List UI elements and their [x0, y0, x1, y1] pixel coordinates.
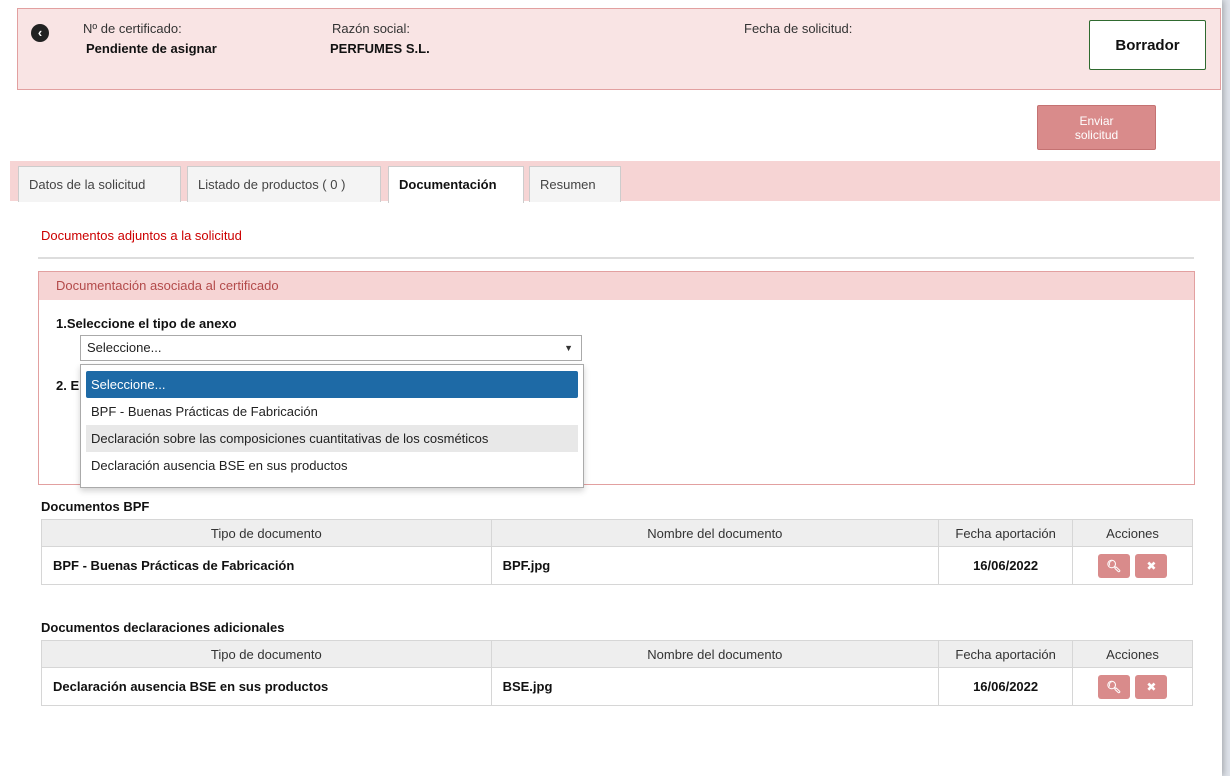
company-value: PERFUMES S.L. — [330, 41, 430, 56]
annex-type-select[interactable]: Seleccione... ▼ — [80, 335, 582, 361]
dropdown-option[interactable]: Seleccione... — [86, 371, 578, 398]
page: ‹ Nº de certificado: Pendiente de asigna… — [0, 0, 1222, 776]
additional-documents-title: Documentos declaraciones adicionales — [41, 620, 285, 635]
step2-label: 2. E — [56, 378, 80, 393]
draft-status-button[interactable]: Borrador — [1089, 20, 1206, 70]
column-header: Tipo de documento — [41, 519, 492, 547]
search-icon[interactable]: 🔍︎ — [1097, 553, 1130, 578]
step1-label: 1.Seleccione el tipo de anexo — [56, 316, 237, 331]
column-header: Tipo de documento — [41, 640, 492, 668]
column-header: Nombre del documento — [490, 640, 940, 668]
actions-cell: 🔍︎ ✖ — [1072, 667, 1193, 706]
table-header-row: Tipo de documento Nombre del documento F… — [41, 519, 1193, 547]
close-icon[interactable]: ✖ — [1135, 674, 1168, 699]
tab-bar: Datos de la solicitud Listado de product… — [10, 161, 1220, 203]
document-date-cell: 16/06/2022 — [938, 667, 1074, 706]
actions-cell: 🔍︎ ✖ — [1072, 546, 1193, 585]
panel-header: Documentación asociada al certificado — [39, 272, 1194, 300]
tab-listado-productos[interactable]: Listado de productos ( 0 ) — [187, 166, 381, 202]
dropdown-option[interactable]: Declaración ausencia BSE en sus producto… — [86, 452, 578, 479]
tab-documentacion[interactable]: Documentación — [388, 166, 524, 203]
bpf-documents-title: Documentos BPF — [41, 499, 150, 514]
additional-documents-table: Tipo de documento Nombre del documento F… — [41, 640, 1193, 706]
document-type-cell: Declaración ausencia BSE en sus producto… — [41, 667, 492, 706]
request-date-label: Fecha de solicitud: — [744, 21, 853, 36]
send-button-line2: solicitud — [1074, 127, 1119, 142]
dropdown-option[interactable]: Declaración sobre las composiciones cuan… — [86, 425, 578, 452]
document-type-cell: BPF - Buenas Prácticas de Fabricación — [41, 546, 492, 585]
certificate-header: ‹ Nº de certificado: Pendiente de asigna… — [17, 8, 1221, 90]
cert-number-label: Nº de certificado: — [83, 21, 182, 36]
annex-type-dropdown: Seleccione... BPF - Buenas Prácticas de … — [80, 364, 584, 488]
close-icon[interactable]: ✖ — [1135, 553, 1168, 578]
column-header: Fecha aportación — [938, 519, 1074, 547]
section-title: Documentos adjuntos a la solicitud — [41, 228, 242, 243]
column-header: Fecha aportación — [938, 640, 1074, 668]
send-request-button[interactable]: Enviar solicitud — [1037, 105, 1156, 150]
company-label: Razón social: — [332, 21, 411, 36]
table-row: BPF - Buenas Prácticas de Fabricación BP… — [41, 546, 1193, 585]
bpf-documents-table: Tipo de documento Nombre del documento F… — [41, 519, 1193, 585]
table-header-row: Tipo de documento Nombre del documento F… — [41, 640, 1193, 668]
document-name-cell: BSE.jpg — [490, 667, 940, 706]
send-button-line1: Enviar — [1079, 113, 1114, 128]
document-name-cell: BPF.jpg — [490, 546, 940, 585]
table-row: Declaración ausencia BSE en sus producto… — [41, 667, 1193, 706]
dropdown-option[interactable]: BPF - Buenas Prácticas de Fabricación — [86, 398, 578, 425]
divider — [38, 257, 1194, 259]
select-value: Seleccione... — [87, 340, 162, 355]
chevron-left-icon[interactable]: ‹ — [31, 24, 49, 42]
column-header: Nombre del documento — [490, 519, 940, 547]
tab-resumen[interactable]: Resumen — [529, 166, 621, 202]
tab-datos-solicitud[interactable]: Datos de la solicitud — [18, 166, 181, 202]
document-date-cell: 16/06/2022 — [938, 546, 1074, 585]
column-header: Acciones — [1072, 640, 1193, 668]
search-icon[interactable]: 🔍︎ — [1097, 674, 1130, 699]
cert-number-value: Pendiente de asignar — [86, 41, 217, 56]
column-header: Acciones — [1072, 519, 1193, 547]
chevron-down-icon: ▼ — [564, 343, 573, 353]
